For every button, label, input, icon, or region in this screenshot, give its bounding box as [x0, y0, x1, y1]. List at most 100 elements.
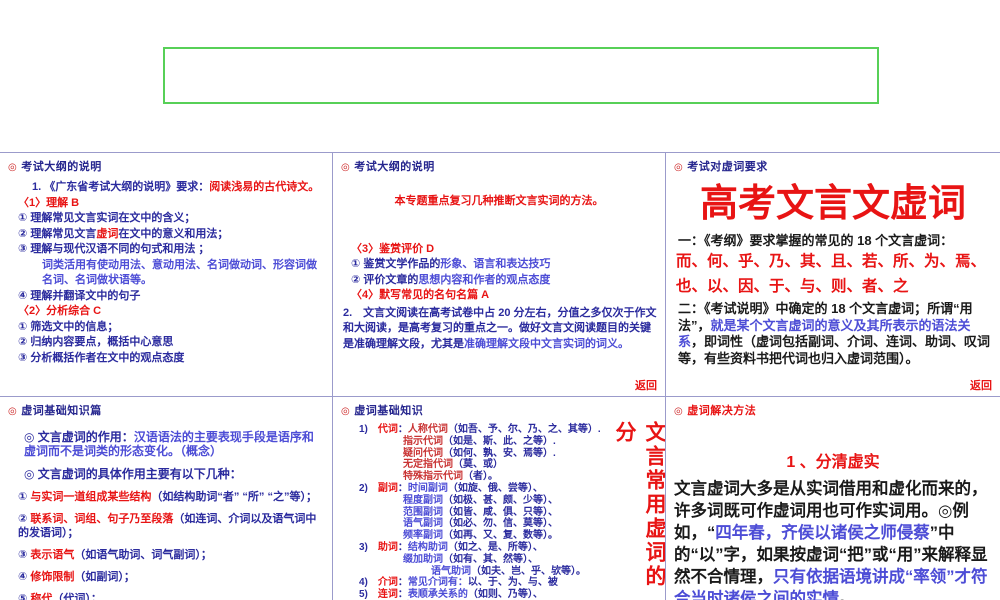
text-segment: 语气助词	[431, 565, 471, 577]
ring-bullet-icon: ◎	[8, 406, 18, 417]
text-line: ③ 理解与现代汉语不同的句式和用法 ；	[8, 242, 324, 258]
text-segment: ② 理解常见文言	[18, 227, 97, 240]
text-segment: 人称代词	[407, 424, 448, 435]
text-segment: ：	[397, 482, 408, 494]
text-segment: （代词）；	[52, 593, 102, 600]
text-segment: （如语气助词、词气副词）；	[74, 549, 212, 561]
text-segment: （如则、乃等）、	[467, 589, 543, 600]
text-segment: ④	[18, 571, 31, 583]
text-line: ① 筛选文中的信息；	[8, 320, 324, 336]
text-segment: （如何、孰、安、焉等）.	[443, 447, 556, 459]
text-line: ◎ 文言虚词的作用：汉语语法的主要表现手段是语序和虚词而不是词类的形态变化。（概…	[8, 430, 324, 458]
text-segment: ：	[397, 577, 408, 589]
text-segment: 修饰限制	[30, 571, 75, 583]
text-segment: ⑤	[18, 593, 31, 600]
text-line: ② 归纳内容要点，概括中心意思	[8, 335, 324, 351]
text-segment: 〈4〉默写常见的名句名篇 A	[351, 289, 490, 301]
slide-2-body: 本专题重点复习几种推断文言实词的方法。〈3〉鉴赏评价 D ① 鉴赏文学作品的形象、…	[333, 174, 665, 352]
text-segment: ，即词性（虚词包括副词、介词、连词、助词、叹词等，有些资料书把代词也归入虚词范围…	[678, 334, 991, 366]
text-segment: 〈2〉分析综合 C	[18, 305, 102, 317]
text-segment: 语气副词	[403, 518, 443, 530]
text-segment: ① 鉴赏文学作品的	[351, 258, 441, 270]
text-segment: 本专题重点复习几种推断文言实词的方法。	[394, 195, 604, 207]
text-segment: 表示语气	[30, 549, 75, 561]
slide-1-body: 1. 《广东省考试大纲的说明》要求：阅读浅易的古代诗文。 〈1〉理解 B ① 理解常…	[0, 174, 332, 366]
text-segment: 4)	[359, 577, 378, 589]
slide-6-body: 1 、分清虚实 文言虚词大多是从实词借用和虚化而来的，许多词既可作虚词用也可作实词…	[666, 418, 1000, 600]
ring-bullet-icon: ◎	[341, 162, 351, 173]
text-line: ③ 分析概括作者在文中的观点态度	[8, 351, 324, 367]
text-segment: 2)	[359, 482, 378, 494]
text-segment: 副词	[377, 482, 398, 494]
text-segment: 1)	[359, 424, 378, 435]
text-segment: 表顺承关系的	[407, 589, 468, 600]
slide-3-title: 考试对虚词要求	[687, 161, 768, 173]
text-segment: 3)	[359, 541, 378, 553]
text-segment: （如副词）；	[74, 571, 135, 583]
text-line: 文言虚词大多是从实词借用和虚化而来的，许多词既可作虚词用也可作实词用。◎例如，“…	[674, 478, 992, 600]
slide-panel-2: ◎ 考试大纲的说明 本专题重点复习几种推断文言实词的方法。〈3〉鉴赏评价 D ① 鉴…	[333, 152, 666, 396]
text-segment: （如夫、岂、乎、欤等）。	[471, 565, 586, 577]
text-segment: ①	[18, 491, 31, 503]
text-segment: 无定指代词	[403, 459, 453, 471]
text-line: ① 与实词一道组成某些结构（如结构助词“者” “所” “之”等）；	[8, 490, 324, 504]
text-segment: 称代	[30, 593, 53, 600]
text-segment: 缀加助词	[403, 553, 443, 565]
text-segment: 特殊指示代词	[403, 471, 463, 483]
text-segment: （如有、其、然等）、	[443, 553, 538, 565]
text-segment: 词类活用有使动用法、意动用法、名词做动词、形容词做名词、名词做状语等。	[42, 258, 317, 287]
text-line: 词类活用有使动用法、意动用法、名词做动词、形容词做名词、名词做状语等。	[8, 258, 324, 289]
text-line: 而、何、乎、乃、其、且、若、所、为、焉、	[674, 249, 992, 274]
slide-panel-4: ◎ 虚词基础知识篇 ◎ 文言虚词的作用：汉语语法的主要表现手段是语序和虚词而不是词…	[0, 396, 333, 600]
text-segment: ：	[397, 589, 408, 600]
text-line: 〈3〉鉴赏评价 D	[341, 242, 657, 258]
ring-bullet-icon: ◎	[341, 406, 351, 417]
text-segment: 准确理解文段中文言实词的词义。	[464, 337, 629, 350]
text-line: ◎ 文言虚词的具体作用主要有以下几种：	[8, 467, 324, 481]
slide-6-title: 虚词解决方法	[687, 405, 757, 417]
slide-panel-3: ◎ 考试对虚词要求 高考文言文虚词 一：《考纲》要求掌握的常见的 18 个文言虚词：…	[666, 152, 1000, 396]
text-line: ① 理解常见文言实词在文中的含义；	[8, 211, 324, 227]
slide-3-header: ◎ 考试对虚词要求	[666, 153, 1000, 174]
text-segment: ：	[397, 424, 408, 435]
text-segment: 以、于、为、与、被	[467, 577, 558, 589]
text-segment: （莫、或）	[453, 459, 503, 471]
text-segment: （如吾、予、尔、乃、之、其等）.	[447, 424, 601, 435]
text-line: 一：《考纲》要求掌握的常见的 18 个文言虚词：	[674, 232, 992, 249]
text-line: 二：《考试说明》中确定的 18 个文言虚词；所谓“用法”，就是某个文言虚词的意义…	[674, 301, 992, 367]
back-link[interactable]: 返回	[635, 377, 657, 393]
ring-bullet-icon: ◎	[674, 162, 684, 173]
ring-bullet-icon: ◎	[8, 162, 18, 173]
text-segment: 联系词、词组、句子乃至段落	[30, 513, 174, 525]
text-line: ④ 修饰限制（如副词）；	[8, 570, 324, 584]
text-segment: 5)	[359, 589, 378, 600]
text-segment: 指示代词	[403, 435, 443, 447]
slide-1-title: 考试大纲的说明	[21, 161, 102, 173]
text-line: ② 联系词、词组、句子乃至段落（如连词、介词以及语气词中的发语词）；	[8, 512, 324, 540]
text-segment: （者）。	[463, 471, 498, 483]
text-segment: ② 归纳内容要点，概括中心意思	[18, 336, 174, 348]
text-line: 2. 文言文阅读在高考试卷中占 20 分左右，分值之多仅次于作文和大阅读，是高考…	[341, 306, 657, 353]
text-segment: 一：《考纲》要求掌握的常见的 18 个文言虚词：	[678, 233, 954, 248]
text-segment: 时间副词	[407, 482, 448, 494]
slide-3-body: 高考文言文虚词 一：《考纲》要求掌握的常见的 18 个文言虚词： 而、何、乎、乃、其…	[666, 174, 1000, 367]
vertical-caption: 文言常用虚词的分	[613, 421, 666, 589]
text-line: ② 评价文章的思想内容和作者的观点态度	[341, 273, 657, 289]
text-segment: 也、以、因、于、与、则、者、之	[676, 278, 909, 295]
slide-2-title: 考试大纲的说明	[354, 161, 435, 173]
text-line: ① 鉴赏文学作品的形象、语言和表达技巧	[341, 257, 657, 273]
text-line: ③ 表示语气（如语气助词、词气副词）；	[8, 548, 324, 562]
text-segment: ① 理解常见文言实词在文中的含义；	[18, 212, 196, 224]
slide-panel-5: ◎ 虚词基础知识 1) 代词：人称代词（如吾、予、尔、乃、之、其等）. 指示代词（如…	[333, 396, 666, 600]
text-segment: 程度副词	[403, 494, 443, 506]
slide-1-header: ◎ 考试大纲的说明	[0, 153, 332, 174]
text-segment: （如结构助词“者” “所” “之”等）；	[151, 491, 317, 503]
text-segment: 形象、语言和表达技巧	[440, 258, 551, 270]
slide-4-body: ◎ 文言虚词的作用：汉语语法的主要表现手段是语序和虚词而不是词类的形态变化。（概…	[0, 418, 332, 600]
back-link[interactable]: 返回	[970, 377, 992, 393]
text-segment: 。	[839, 590, 856, 600]
text-segment: （如皆、咸、俱、只等）、	[443, 506, 558, 518]
slide-5-title: 虚词基础知识	[354, 405, 424, 417]
text-segment: ③ 分析概括作者在文中的观点态度	[18, 351, 185, 364]
text-segment: ③	[18, 549, 31, 561]
